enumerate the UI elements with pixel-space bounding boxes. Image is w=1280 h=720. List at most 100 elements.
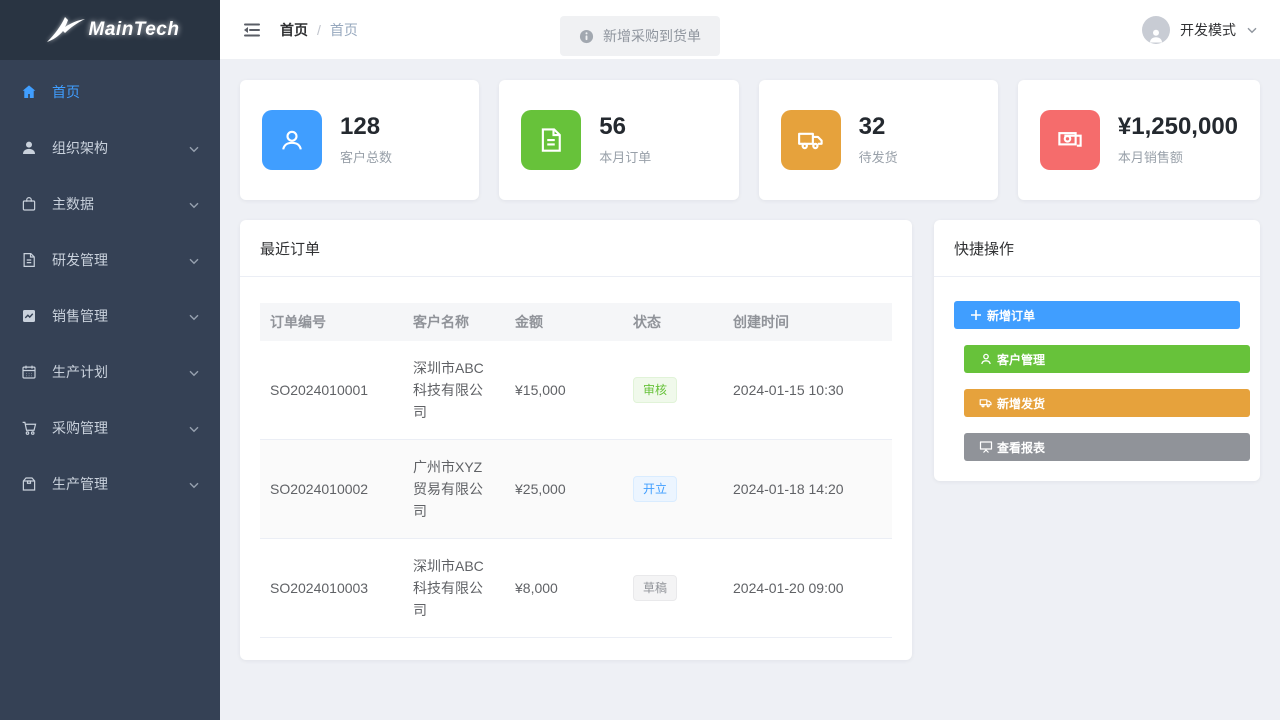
quick-actions-panel: 快捷操作 新增订单 客户管理 新增发货 查看报表	[934, 220, 1260, 481]
sidebar-menu: 首页 组织架构 主数据 研发管理 销售	[0, 60, 220, 512]
action-button-label: 新增采购到货单	[603, 26, 701, 46]
sidebar-item-home[interactable]: 首页	[0, 64, 220, 120]
col-status: 状态	[623, 303, 723, 341]
truck-icon	[781, 110, 841, 170]
truck-icon	[979, 396, 993, 410]
sidebar-item-manufacturing[interactable]: 生产管理	[0, 456, 220, 512]
user-icon	[262, 110, 322, 170]
stat-card-monthly-sales: ¥1,250,000 本月销售额	[1018, 80, 1260, 200]
calendar-icon	[20, 363, 38, 381]
breadcrumb-current: 首页	[330, 20, 358, 40]
stat-value: 56	[599, 114, 651, 140]
cart-icon	[20, 419, 38, 437]
sidebar-item-production-plan[interactable]: 生产计划	[0, 344, 220, 400]
sidebar-item-label: 采购管理	[52, 418, 108, 438]
chevron-down-icon	[188, 478, 200, 490]
order-no: SO2024010002	[260, 440, 403, 539]
customer-name: 广州市XYZ贸易有限公司	[403, 440, 505, 539]
chevron-down-icon	[188, 310, 200, 322]
top-header: 首页 / 首页 新增采购到货单 开发模式	[220, 0, 1280, 60]
plus-icon	[969, 308, 983, 322]
quick-button-label: 新增订单	[987, 307, 1035, 324]
sidebar-item-purchasing[interactable]: 采购管理	[0, 400, 220, 456]
bag-icon	[20, 195, 38, 213]
created-time: 2024-01-15 10:30	[723, 341, 892, 440]
data-board-icon	[979, 440, 993, 454]
sidebar-item-rd[interactable]: 研发管理	[0, 232, 220, 288]
chevron-down-icon	[188, 142, 200, 154]
order-amount: ¥25,000	[505, 440, 623, 539]
col-customer: 客户名称	[403, 303, 505, 341]
status-badge: 草稿	[633, 575, 677, 601]
new-order-button[interactable]: 新增订单	[954, 301, 1240, 329]
col-amount: 金额	[505, 303, 623, 341]
main-content: 128 客户总数 56 本月订单 32 待发货	[220, 60, 1280, 680]
document-icon	[20, 251, 38, 269]
info-icon	[579, 29, 594, 44]
stat-value: ¥1,250,000	[1118, 114, 1238, 140]
stat-cards: 128 客户总数 56 本月订单 32 待发货	[240, 80, 1260, 200]
customer-name: 深圳市ABC科技有限公司	[403, 341, 505, 440]
logo-text: MainTech	[89, 19, 180, 41]
chevron-down-icon	[188, 422, 200, 434]
sidebar-item-label: 研发管理	[52, 250, 108, 270]
hamburger-icon[interactable]	[242, 20, 262, 40]
order-amount: ¥15,000	[505, 341, 623, 440]
sidebar-item-label: 组织架构	[52, 138, 108, 158]
breadcrumb-root[interactable]: 首页	[280, 20, 308, 40]
user-menu[interactable]: 开发模式	[1142, 16, 1258, 44]
status-badge: 审核	[633, 377, 677, 403]
document-icon	[521, 110, 581, 170]
panel-title: 最近订单	[240, 220, 912, 277]
sidebar-item-label: 生产计划	[52, 362, 108, 382]
table-row[interactable]: SO2024010001 深圳市ABC科技有限公司 ¥15,000 审核 202…	[260, 341, 892, 440]
stat-card-customers: 128 客户总数	[240, 80, 479, 200]
user-icon	[20, 139, 38, 157]
stat-value: 32	[859, 114, 898, 140]
stat-card-pending-shipments: 32 待发货	[759, 80, 998, 200]
order-no: SO2024010003	[260, 539, 403, 638]
user-mode-label: 开发模式	[1180, 20, 1236, 40]
quick-button-label: 客户管理	[997, 351, 1045, 368]
sidebar: MainTech 首页 组织架构 主数据 研发管理	[0, 0, 220, 720]
sidebar-item-org[interactable]: 组织架构	[0, 120, 220, 176]
user-icon	[979, 352, 993, 366]
customer-management-button[interactable]: 客户管理	[964, 345, 1250, 373]
stat-label: 待发货	[859, 147, 898, 166]
quick-button-label: 查看报表	[997, 439, 1045, 456]
stat-label: 本月销售额	[1118, 147, 1238, 166]
col-order-no: 订单编号	[260, 303, 403, 341]
table-header-row: 订单编号 客户名称 金额 状态 创建时间	[260, 303, 892, 341]
col-created: 创建时间	[723, 303, 892, 341]
money-icon	[1040, 110, 1100, 170]
stat-value: 128	[340, 114, 392, 140]
sidebar-item-label: 销售管理	[52, 306, 108, 326]
view-reports-button[interactable]: 查看报表	[964, 433, 1250, 461]
sidebar-item-label: 生产管理	[52, 474, 108, 494]
new-shipment-button[interactable]: 新增发货	[964, 389, 1250, 417]
breadcrumb-separator: /	[317, 22, 321, 38]
chevron-down-icon	[188, 254, 200, 266]
order-no: SO2024010001	[260, 341, 403, 440]
sidebar-item-label: 主数据	[52, 194, 94, 214]
quick-button-label: 新增发货	[997, 395, 1045, 412]
chevron-down-icon	[188, 366, 200, 378]
created-time: 2024-01-18 14:20	[723, 440, 892, 539]
status-badge: 开立	[633, 476, 677, 502]
stat-label: 客户总数	[340, 147, 392, 166]
sidebar-item-sales[interactable]: 销售管理	[0, 288, 220, 344]
stat-label: 本月订单	[599, 147, 651, 166]
table-row[interactable]: SO2024010002 广州市XYZ贸易有限公司 ¥25,000 开立 202…	[260, 440, 892, 539]
stat-card-monthly-orders: 56 本月订单	[499, 80, 738, 200]
logo-swoosh-icon	[41, 12, 87, 48]
new-purchase-receipt-button[interactable]: 新增采购到货单	[560, 16, 720, 56]
order-amount: ¥8,000	[505, 539, 623, 638]
avatar	[1142, 16, 1170, 44]
customer-name: 深圳市ABC科技有限公司	[403, 539, 505, 638]
sidebar-item-label: 首页	[52, 82, 80, 102]
orders-table: 订单编号 客户名称 金额 状态 创建时间 SO2024010001 深圳市ABC…	[260, 303, 892, 638]
recent-orders-panel: 最近订单 订单编号 客户名称 金额 状态 创建时间 SO2024010001 深	[240, 220, 912, 660]
trend-chart-icon	[20, 307, 38, 325]
sidebar-item-master-data[interactable]: 主数据	[0, 176, 220, 232]
table-row[interactable]: SO2024010003 深圳市ABC科技有限公司 ¥8,000 草稿 2024…	[260, 539, 892, 638]
